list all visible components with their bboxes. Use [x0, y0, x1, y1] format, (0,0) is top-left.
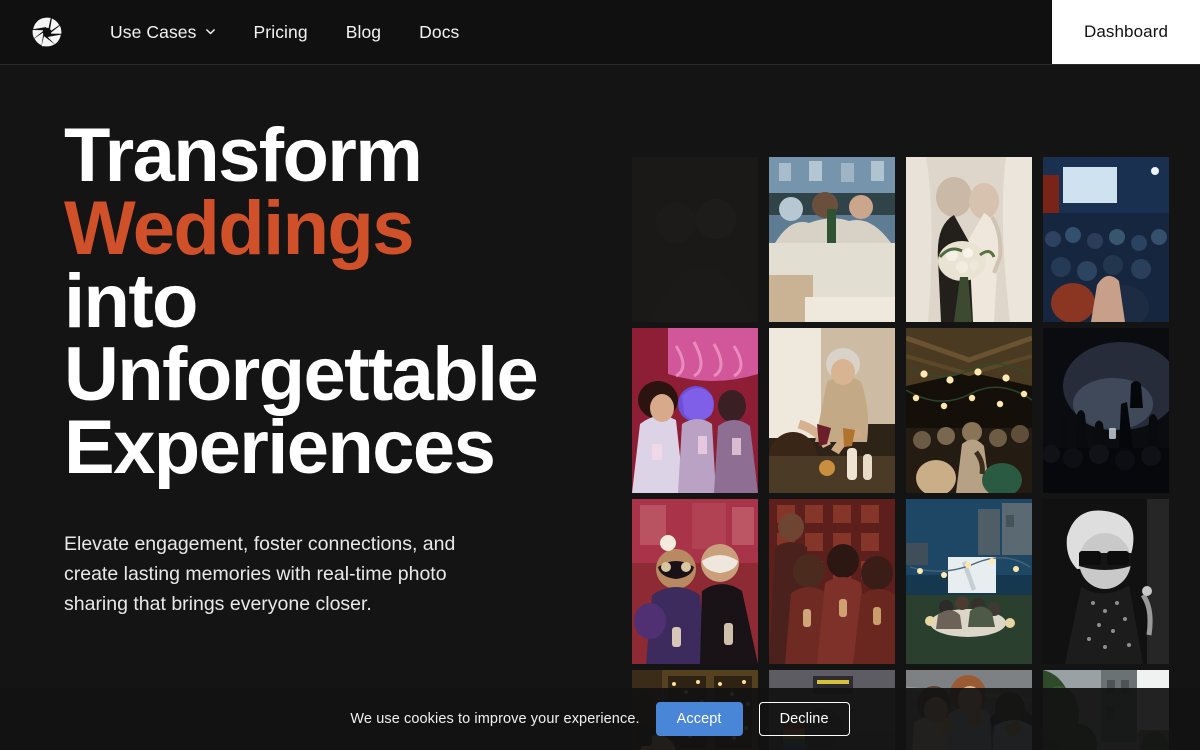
camera-aperture-icon[interactable]	[30, 15, 64, 49]
top-navigation-bar: Use Cases Pricing Blog Docs Dashboard	[0, 0, 1200, 65]
gallery-tile[interactable]	[769, 157, 895, 322]
gallery-tile[interactable]	[632, 157, 758, 322]
gallery-tile[interactable]	[1043, 499, 1169, 664]
hero-subcopy: Elevate engagement, foster connections, …	[64, 529, 519, 620]
hero-section: Transform Weddings into Unforgettable Ex…	[0, 65, 1200, 750]
gallery-tile[interactable]	[769, 499, 895, 664]
gallery-tile[interactable]	[906, 328, 1032, 493]
gallery-tile[interactable]	[1043, 328, 1169, 493]
chevron-down-icon	[205, 26, 216, 37]
nav-link-blog[interactable]: Blog	[327, 22, 400, 43]
gallery-tile[interactable]	[632, 499, 758, 664]
photo-gallery-grid	[632, 157, 1169, 750]
dashboard-button[interactable]: Dashboard	[1052, 0, 1200, 64]
gallery-tile[interactable]	[1043, 157, 1169, 322]
headline-line-4: Unforgettable	[64, 331, 539, 417]
gallery-tile[interactable]	[769, 328, 895, 493]
gallery-tile[interactable]	[906, 157, 1032, 322]
gallery-tile[interactable]	[906, 499, 1032, 664]
hero-copy-column: Transform Weddings into Unforgettable Ex…	[0, 65, 620, 750]
subcopy-line-2: create lasting memories with real-time p…	[64, 562, 447, 585]
nav-left-group: Use Cases Pricing Blog Docs	[0, 0, 1052, 64]
cookie-accept-button[interactable]: Accept	[655, 701, 743, 737]
page-title: Transform Weddings into Unforgettable Ex…	[64, 113, 580, 490]
subcopy-line-1: Elevate engagement, foster connections, …	[64, 532, 456, 555]
nav-link-label: Docs	[419, 21, 460, 42]
subcopy-line-3: sharing that brings everyone closer.	[64, 593, 372, 616]
nav-link-pricing[interactable]: Pricing	[235, 22, 327, 43]
nav-link-label: Use Cases	[110, 21, 197, 42]
cookie-consent-banner: We use cookies to improve your experienc…	[0, 688, 1200, 750]
nav-link-label: Pricing	[253, 21, 308, 42]
gallery-tile[interactable]	[632, 328, 758, 493]
headline-line-5: Experiences	[64, 404, 496, 490]
primary-nav-links: Use Cases Pricing Blog Docs	[110, 22, 478, 43]
headline-line-2-accent: Weddings	[64, 185, 415, 271]
cookie-message: We use cookies to improve your experienc…	[350, 711, 640, 727]
cookie-decline-button[interactable]: Decline	[758, 701, 850, 737]
headline-line-3: into	[64, 258, 198, 344]
headline-line-1: Transform	[64, 113, 423, 198]
nav-link-docs[interactable]: Docs	[400, 22, 478, 43]
nav-link-label: Blog	[345, 21, 382, 42]
nav-link-use-cases[interactable]: Use Cases	[110, 22, 235, 43]
